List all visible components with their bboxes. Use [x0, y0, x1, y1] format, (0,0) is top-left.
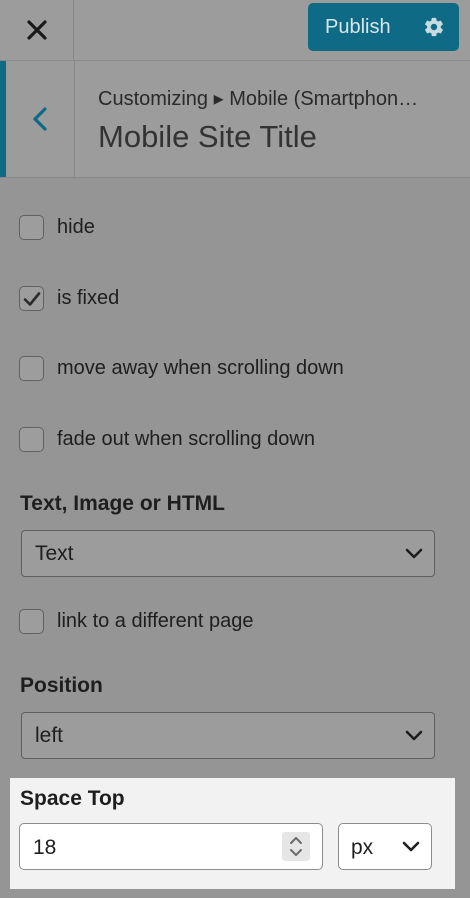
- link-page-label: link to a different page: [57, 610, 254, 632]
- option-move-away[interactable]: move away when scrolling down: [19, 356, 344, 381]
- link-page-checkbox[interactable]: [19, 609, 44, 634]
- move-away-checkbox[interactable]: [19, 356, 44, 381]
- breadcrumb: Customizing ▸ Mobile (Smartphon…: [98, 88, 419, 110]
- space-top-label: Space Top: [20, 787, 125, 810]
- is-fixed-checkbox[interactable]: [19, 286, 44, 311]
- move-away-label: move away when scrolling down: [57, 357, 344, 379]
- position-select[interactable]: left: [21, 712, 435, 759]
- close-icon: [26, 20, 47, 40]
- option-is-fixed[interactable]: is fixed: [19, 286, 119, 311]
- fade-out-checkbox[interactable]: [19, 427, 44, 452]
- section-header: Customizing ▸ Mobile (Smartphon… Mobile …: [0, 61, 470, 178]
- close-button[interactable]: [0, 0, 74, 60]
- space-top-value: 18: [33, 836, 57, 859]
- space-top-input[interactable]: 18: [19, 823, 323, 870]
- position-value: left: [35, 724, 64, 747]
- fade-out-label: fade out when scrolling down: [57, 428, 315, 450]
- publish-button[interactable]: Publish: [308, 3, 459, 51]
- chevron-left-icon: [33, 107, 47, 131]
- page-title: Mobile Site Title: [98, 119, 317, 154]
- back-button[interactable]: [6, 61, 75, 177]
- chevron-down-icon: [405, 730, 423, 741]
- chevron-down-icon: [402, 841, 420, 852]
- customizer-header: Publish: [0, 0, 470, 61]
- content-type-value: Text: [35, 542, 74, 565]
- chevron-down-icon: [405, 548, 423, 559]
- hide-checkbox[interactable]: [19, 215, 44, 240]
- unit-select[interactable]: px: [338, 823, 432, 870]
- spinner-arrows-icon: [290, 837, 302, 856]
- publish-label: Publish: [325, 16, 391, 38]
- hide-label: hide: [57, 216, 95, 238]
- gear-icon[interactable]: [423, 16, 445, 38]
- option-hide[interactable]: hide: [19, 215, 95, 240]
- checkmark-icon: [23, 291, 40, 306]
- option-fade-out[interactable]: fade out when scrolling down: [19, 427, 315, 452]
- content-type-label: Text, Image or HTML: [20, 492, 225, 515]
- option-link-different-page[interactable]: link to a different page: [19, 609, 253, 634]
- number-spinner[interactable]: [282, 832, 310, 861]
- unit-value: px: [351, 836, 374, 859]
- is-fixed-label: is fixed: [57, 287, 120, 309]
- position-label: Position: [20, 674, 103, 697]
- content-type-select[interactable]: Text: [21, 530, 435, 577]
